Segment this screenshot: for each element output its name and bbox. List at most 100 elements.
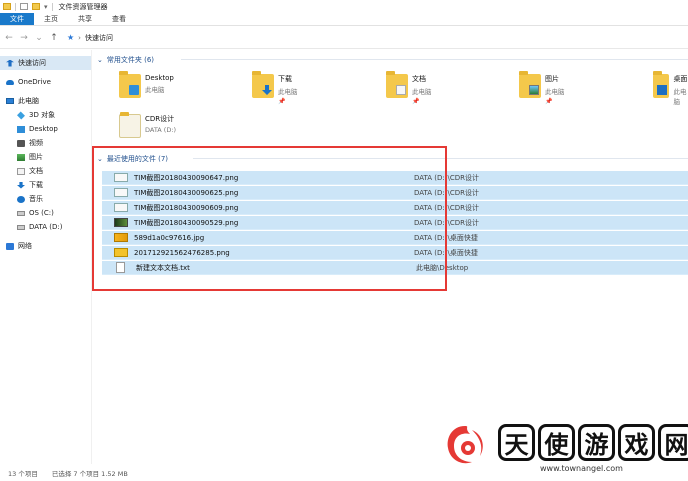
sidebar-item-pictures[interactable]: 图片 — [0, 150, 91, 164]
sidebar-item-label: 快速访问 — [18, 59, 46, 67]
chevron-down-icon: ⌄ — [97, 56, 103, 64]
folder-location: 此电脑 — [673, 88, 687, 106]
sidebar-item-label: 文档 — [29, 167, 43, 175]
tab-share[interactable]: 共享 — [68, 13, 102, 25]
picture-icon — [17, 153, 25, 161]
recent-locations-chevron-icon[interactable]: ⌄ — [34, 33, 44, 43]
highlight-annotation-box — [92, 146, 447, 291]
folder-name: 文档 — [412, 75, 426, 83]
document-icon — [396, 85, 406, 95]
tab-view[interactable]: 查看 — [102, 13, 136, 25]
sidebar-item-label: 此电脑 — [18, 97, 39, 105]
sidebar-item-documents[interactable]: 文档 — [0, 164, 91, 178]
folder-name: CDR设计 — [145, 115, 175, 123]
folder-name: Desktop — [145, 74, 174, 82]
sidebar-item-this-pc[interactable]: 此电脑 — [0, 94, 91, 108]
title-bar: ▾ 文件资源管理器 — [0, 0, 688, 13]
drive-icon — [17, 210, 25, 216]
folder-name: 桌面 — [673, 75, 688, 83]
sidebar-item-label: 3D 对象 — [29, 111, 56, 119]
sidebar-item-3d-objects[interactable]: 3D 对象 — [0, 108, 91, 122]
sidebar-item-onedrive[interactable]: OneDrive — [0, 75, 91, 89]
folder-name: 图片 — [545, 75, 559, 83]
sidebar-item-label: 图片 — [29, 153, 43, 161]
drive-icon — [17, 224, 25, 230]
navigation-pane: 快速访问 OneDrive 此电脑 3D 对象 Desktop 视频 图片 文档… — [0, 50, 92, 464]
pin-icon: 📌 — [412, 98, 420, 105]
network-icon — [6, 242, 14, 250]
folder-icon[interactable] — [3, 3, 11, 10]
section-divider — [181, 59, 688, 60]
section-title: 常用文件夹 (6) — [106, 56, 155, 64]
folder-icon — [519, 71, 541, 98]
window-title: 文件资源管理器 — [58, 2, 108, 11]
sidebar-item-music[interactable]: 音乐 — [0, 192, 91, 206]
sidebar-item-drive-d[interactable]: DATA (D:) — [0, 220, 91, 234]
pin-icon: 📌 — [545, 98, 553, 105]
picture-icon — [529, 85, 539, 95]
chevron-down-icon[interactable]: ▾ — [44, 3, 48, 11]
new-folder-icon[interactable] — [32, 3, 40, 10]
divider — [51, 2, 53, 11]
library-icon — [657, 85, 668, 95]
watermark-char: 使 — [538, 424, 575, 461]
sidebar-item-downloads[interactable]: 下载 — [0, 178, 91, 192]
folder-icon — [252, 71, 274, 98]
download-icon — [262, 85, 272, 95]
folder-location: 此电脑 — [145, 86, 165, 94]
watermark-char: 天 — [498, 424, 535, 461]
folder-location: DATA (D:) — [145, 126, 177, 134]
sidebar-item-label: OS (C:) — [29, 209, 54, 217]
sidebar-item-desktop[interactable]: Desktop — [0, 122, 91, 136]
folder-icon — [119, 112, 141, 138]
sidebar-item-videos[interactable]: 视频 — [0, 136, 91, 150]
frequent-folders-header[interactable]: ⌄ 常用文件夹 (6) — [97, 55, 154, 65]
ribbon-tabs: 文件 主页 共享 查看 — [0, 13, 688, 26]
item-count: 13 个项目 — [8, 469, 38, 478]
forward-arrow-icon[interactable]: → — [19, 33, 29, 43]
sidebar-item-label: 视频 — [29, 139, 43, 147]
back-arrow-icon[interactable]: ← — [4, 33, 14, 43]
folder-tile-desktop-cn[interactable]: 桌面 此电脑 — [653, 71, 688, 112]
folder-name: 下载 — [278, 75, 292, 83]
folder-icon — [653, 71, 670, 98]
sidebar-item-network[interactable]: 网络 — [0, 239, 91, 253]
up-arrow-icon[interactable]: ↑ — [49, 33, 59, 43]
watermark-char: 网 — [658, 424, 688, 461]
cloud-icon — [6, 79, 14, 85]
folder-icon — [119, 71, 141, 98]
download-icon — [17, 181, 25, 189]
tab-home[interactable]: 主页 — [34, 13, 68, 25]
video-icon — [17, 139, 25, 147]
folder-tile-desktop[interactable]: Desktop 此电脑 — [119, 71, 174, 112]
folder-tile-documents[interactable]: 文档 此电脑 📌 — [386, 71, 432, 112]
quick-access-star-icon: ★ — [67, 33, 75, 42]
folder-location: 此电脑 — [412, 88, 432, 96]
folder-icon — [386, 71, 408, 98]
music-icon — [17, 195, 25, 203]
pin-icon: 📌 — [278, 98, 286, 105]
tab-file[interactable]: 文件 — [0, 13, 34, 25]
pin-icon — [6, 59, 14, 67]
sidebar-item-label: OneDrive — [18, 78, 51, 86]
divider — [15, 2, 16, 11]
address-path: 快速访问 — [84, 33, 113, 42]
folder-tile-pictures[interactable]: 图片 此电脑 📌 — [519, 71, 565, 112]
chevron-right-icon[interactable]: › — [78, 34, 81, 42]
watermark-char: 游 — [578, 424, 615, 461]
folder-tile-downloads[interactable]: 下载 此电脑 📌 — [252, 71, 298, 112]
properties-icon[interactable] — [20, 3, 28, 10]
watermark-text: 天 使 游 戏 网 — [498, 424, 688, 461]
sidebar-item-drive-c[interactable]: OS (C:) — [0, 206, 91, 220]
sidebar-item-label: 下载 — [29, 181, 43, 189]
desktop-icon — [129, 85, 139, 95]
sidebar-item-label: DATA (D:) — [29, 223, 63, 231]
address-bar: ← → ⌄ ↑ ★ › 快速访问 — [0, 27, 688, 49]
address-input[interactable]: ★ › 快速访问 — [64, 30, 113, 46]
cube-icon — [17, 111, 25, 119]
computer-icon — [6, 98, 14, 104]
folder-location: 此电脑 — [545, 88, 565, 96]
watermark: 天 使 游 戏 网 www.townangel.com — [436, 420, 688, 476]
sidebar-item-quick-access[interactable]: 快速访问 — [0, 56, 91, 70]
sidebar-item-label: 网络 — [18, 242, 32, 250]
